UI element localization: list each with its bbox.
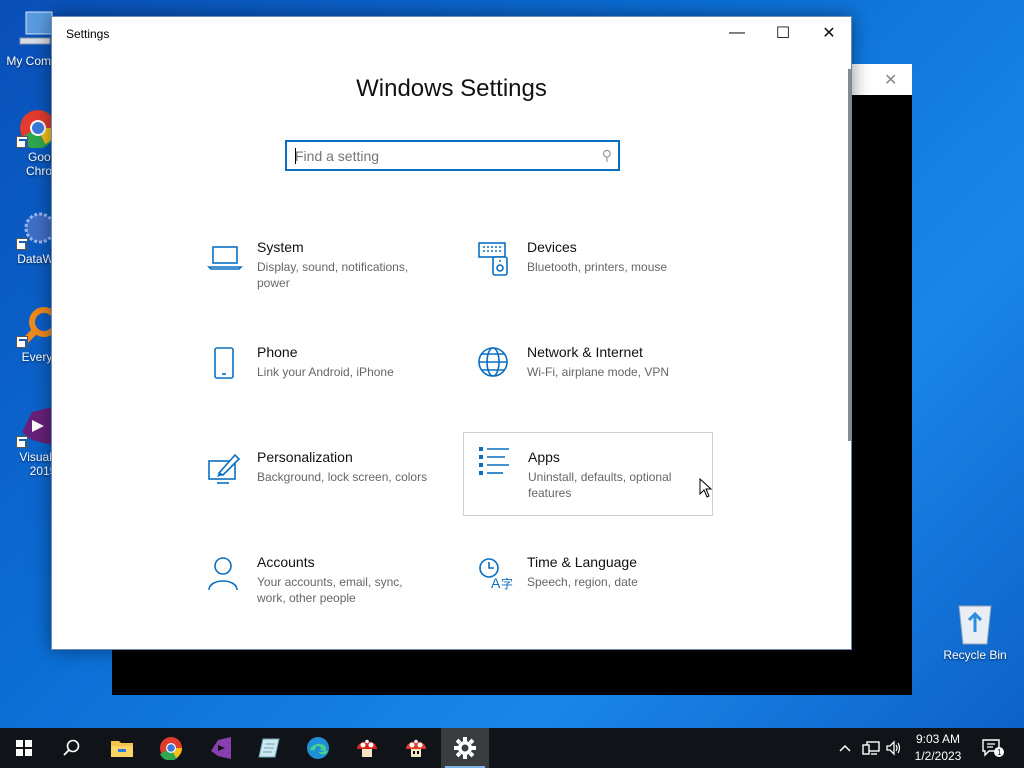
notification-count: 1: [997, 748, 1002, 757]
start-icon: [16, 740, 32, 756]
clock-date: 1/2/2023: [914, 749, 962, 763]
taskbar-settings[interactable]: [441, 728, 489, 768]
taskbar-edge[interactable]: [294, 728, 342, 768]
tray-chevron[interactable]: [838, 728, 852, 768]
magnifier-orange-icon: [12, 304, 59, 348]
search-box[interactable]: ⚲: [285, 140, 620, 171]
svg-text:字: 字: [501, 576, 513, 591]
tile-network-internet[interactable]: Network & Internet Wi-Fi, airplane mode,…: [477, 344, 727, 428]
taskbar-chrome[interactable]: [147, 728, 195, 768]
apps-list-icon: [477, 445, 513, 481]
taskbar-mushroom-app-2[interactable]: [392, 728, 440, 768]
file-explorer-icon: [111, 741, 133, 757]
tile-description: Link your Android, iPhone: [257, 365, 394, 379]
taskbar-mushroom-app[interactable]: [343, 728, 391, 768]
taskbar-visual-studio[interactable]: [196, 728, 244, 768]
taskbar-file-explorer[interactable]: [98, 728, 146, 768]
close-icon: ✕: [822, 25, 836, 42]
taskbar-notepad[interactable]: [245, 728, 293, 768]
notifications-icon: 1: [982, 739, 1004, 757]
tile-name: Accounts: [257, 554, 315, 570]
background-window-close-button[interactable]: ✕: [884, 70, 897, 90]
taskbar-search-button[interactable]: [48, 728, 96, 768]
network-icon: [862, 741, 880, 755]
tile-system[interactable]: System Display, sound, notifications, po…: [207, 239, 457, 323]
search-icon: ⚲: [601, 147, 612, 163]
edge-icon: [307, 737, 329, 759]
minimize-icon: —: [729, 24, 745, 41]
mushroom-icon: [357, 739, 377, 757]
tile-apps[interactable]: Apps Uninstall, defaults, optional featu…: [463, 432, 713, 516]
tile-name: Network & Internet: [527, 344, 643, 360]
tile-description: Your accounts, email, sync, work, other …: [257, 575, 403, 605]
taskbar-clock[interactable]: 9:03 AM 1/2/2023: [900, 731, 976, 765]
mouse-cursor-icon: [699, 477, 713, 503]
window-title: Settings: [66, 27, 110, 41]
tile-devices[interactable]: Devices Bluetooth, printers, mouse: [477, 239, 727, 323]
svg-text:A: A: [491, 575, 501, 591]
tile-name: System: [257, 239, 304, 255]
globe-icon: [477, 346, 513, 382]
settings-window: Settings — ☐ ✕ Windows Settings ⚲ System…: [51, 16, 852, 650]
person-icon: [207, 556, 243, 592]
tile-description: Uninstall, defaults, optional features: [528, 470, 672, 500]
datawag-icon: [12, 206, 56, 250]
tile-name: Time & Language: [527, 554, 637, 570]
tile-phone[interactable]: Phone Link your Android, iPhone: [207, 344, 457, 428]
maximize-button[interactable]: ☐: [760, 17, 806, 49]
scrollbar[interactable]: [848, 69, 851, 441]
chrome-icon: [160, 737, 183, 760]
maximize-icon: ☐: [775, 25, 791, 42]
tile-name: Personalization: [257, 449, 353, 465]
desktop-icon-label: Recycle Bin: [943, 648, 1007, 662]
tile-accounts[interactable]: Accounts Your accounts, email, sync, wor…: [207, 554, 457, 638]
settings-gear-icon: [454, 737, 476, 759]
tile-description: Bluetooth, printers, mouse: [527, 260, 668, 274]
chrome-icon: [12, 104, 56, 149]
mushroom-alt-icon: [406, 739, 426, 757]
text-caret: [295, 148, 296, 164]
clock-time: 9:03 AM: [915, 732, 961, 746]
visual-studio-icon: [211, 737, 231, 759]
search-input[interactable]: [295, 142, 585, 169]
start-button[interactable]: [0, 728, 48, 768]
desktop-icon-recycle-bin[interactable]: Recycle Bin: [937, 602, 1013, 662]
tile-description: Display, sound, notifications, power: [257, 260, 409, 290]
background-window-titlebar: [852, 64, 912, 95]
minimize-button[interactable]: —: [714, 17, 760, 49]
visual-studio-icon: [12, 404, 56, 448]
chevron-up-icon: [839, 744, 851, 752]
search-icon: [63, 739, 80, 756]
tray-network[interactable]: [862, 728, 880, 768]
action-center-button[interactable]: 1: [982, 728, 1004, 768]
tile-time-language[interactable]: A字 Time & Language Speech, region, date: [477, 554, 727, 638]
tile-description: Speech, region, date: [527, 575, 638, 589]
tile-name: Apps: [528, 449, 560, 465]
tile-name: Devices: [527, 239, 577, 255]
devices-icon: [477, 241, 513, 277]
close-button[interactable]: ✕: [806, 17, 852, 49]
tile-personalization[interactable]: Personalization Background, lock screen,…: [207, 449, 457, 533]
page-title: Windows Settings: [356, 75, 547, 102]
taskbar: 9:03 AM 1/2/2023 1: [0, 728, 1024, 768]
tile-description: Wi-Fi, airplane mode, VPN: [527, 365, 670, 379]
time-language-icon: A字: [477, 556, 513, 592]
notepad-icon: [258, 738, 280, 758]
laptop-icon: [207, 241, 243, 277]
computer-icon: [10, 8, 54, 52]
recycle-bin-icon: [953, 602, 997, 646]
phone-icon: [207, 346, 243, 382]
tile-name: Phone: [257, 344, 298, 360]
tile-description: Background, lock screen, colors: [257, 470, 428, 484]
paint-icon: [207, 451, 243, 487]
